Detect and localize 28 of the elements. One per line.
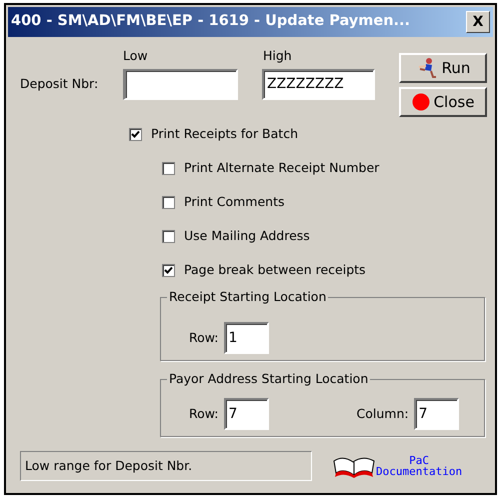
field-label: Row: bbox=[189, 328, 219, 347]
checkbox[interactable] bbox=[162, 196, 175, 208]
checkbox[interactable] bbox=[129, 128, 142, 140]
text-field[interactable]: ZZZZZZZZ bbox=[262, 68, 375, 100]
field-label: Deposit Nbr: bbox=[20, 74, 100, 93]
field-label: Row: bbox=[189, 404, 219, 423]
close-button[interactable]: X bbox=[466, 11, 490, 33]
checkbox-label: Use Mailing Address bbox=[184, 226, 310, 245]
column-header: Low bbox=[123, 47, 149, 65]
window-title: 400 - SM\AD\FM\BE\EP - 1619 - Update Paymen... bbox=[11, 12, 410, 32]
column-header: High bbox=[263, 47, 292, 65]
checkbox-label: Print Receipts for Batch bbox=[151, 124, 298, 143]
checkbox[interactable] bbox=[162, 264, 175, 276]
close-button[interactable]: Close bbox=[399, 87, 487, 117]
stop-icon bbox=[412, 93, 430, 111]
documentation-link[interactable]: PaC Documentation bbox=[332, 453, 462, 479]
run-button[interactable]: Run bbox=[399, 53, 487, 83]
checkbox[interactable] bbox=[162, 162, 175, 174]
text-field[interactable]: 7 bbox=[414, 398, 459, 430]
status-bar: Low range for Deposit Nbr. bbox=[20, 451, 312, 481]
text-field[interactable]: 7 bbox=[224, 398, 269, 430]
checkbox-label: Print Alternate Receipt Number bbox=[184, 158, 380, 177]
text-field[interactable]: 1 bbox=[224, 322, 269, 354]
field-label: Column: bbox=[356, 404, 409, 423]
checkbox-label: Print Comments bbox=[184, 192, 284, 211]
checkbox-label: Page break between receipts bbox=[184, 260, 366, 279]
text-field[interactable] bbox=[123, 68, 238, 100]
checkbox[interactable] bbox=[162, 230, 175, 242]
